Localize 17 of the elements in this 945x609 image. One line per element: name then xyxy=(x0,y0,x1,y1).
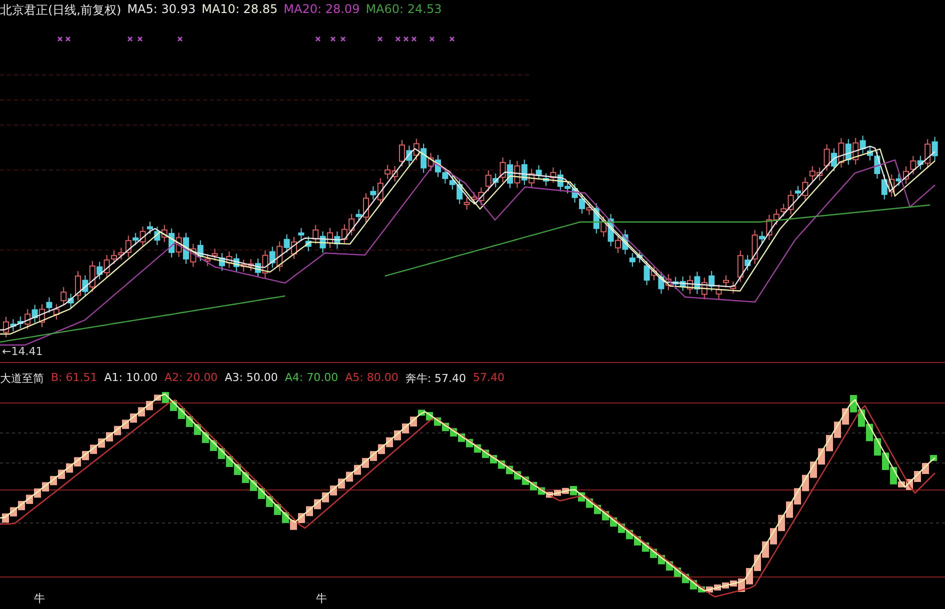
legend-value: MA10: 28.85 xyxy=(202,2,278,18)
legend-value: A2: 20.00 xyxy=(164,371,218,386)
legend-value: A1: 10.00 xyxy=(104,371,158,386)
legend-value: 奔牛: 57.40 xyxy=(405,371,466,386)
legend-value: A3: 50.00 xyxy=(224,371,278,386)
chart-title: 大道至简 xyxy=(0,371,44,386)
signal-label: 牛 xyxy=(316,591,327,606)
legend-value: 57.40 xyxy=(473,371,505,386)
signal-label: 牛 xyxy=(34,591,45,606)
legend-value: B: 61.51 xyxy=(51,371,98,386)
low-price-label: ←14.41 xyxy=(2,345,43,358)
legend-value: MA5: 30.93 xyxy=(127,2,196,18)
chart-title: 北京君正(日线,前复权) xyxy=(0,2,122,19)
legend-value: MA60: 24.53 xyxy=(366,2,442,18)
legend-value: A5: 80.00 xyxy=(345,371,398,386)
legend-value: A4: 70.00 xyxy=(284,371,338,386)
legend-value: MA20: 28.09 xyxy=(284,2,360,18)
